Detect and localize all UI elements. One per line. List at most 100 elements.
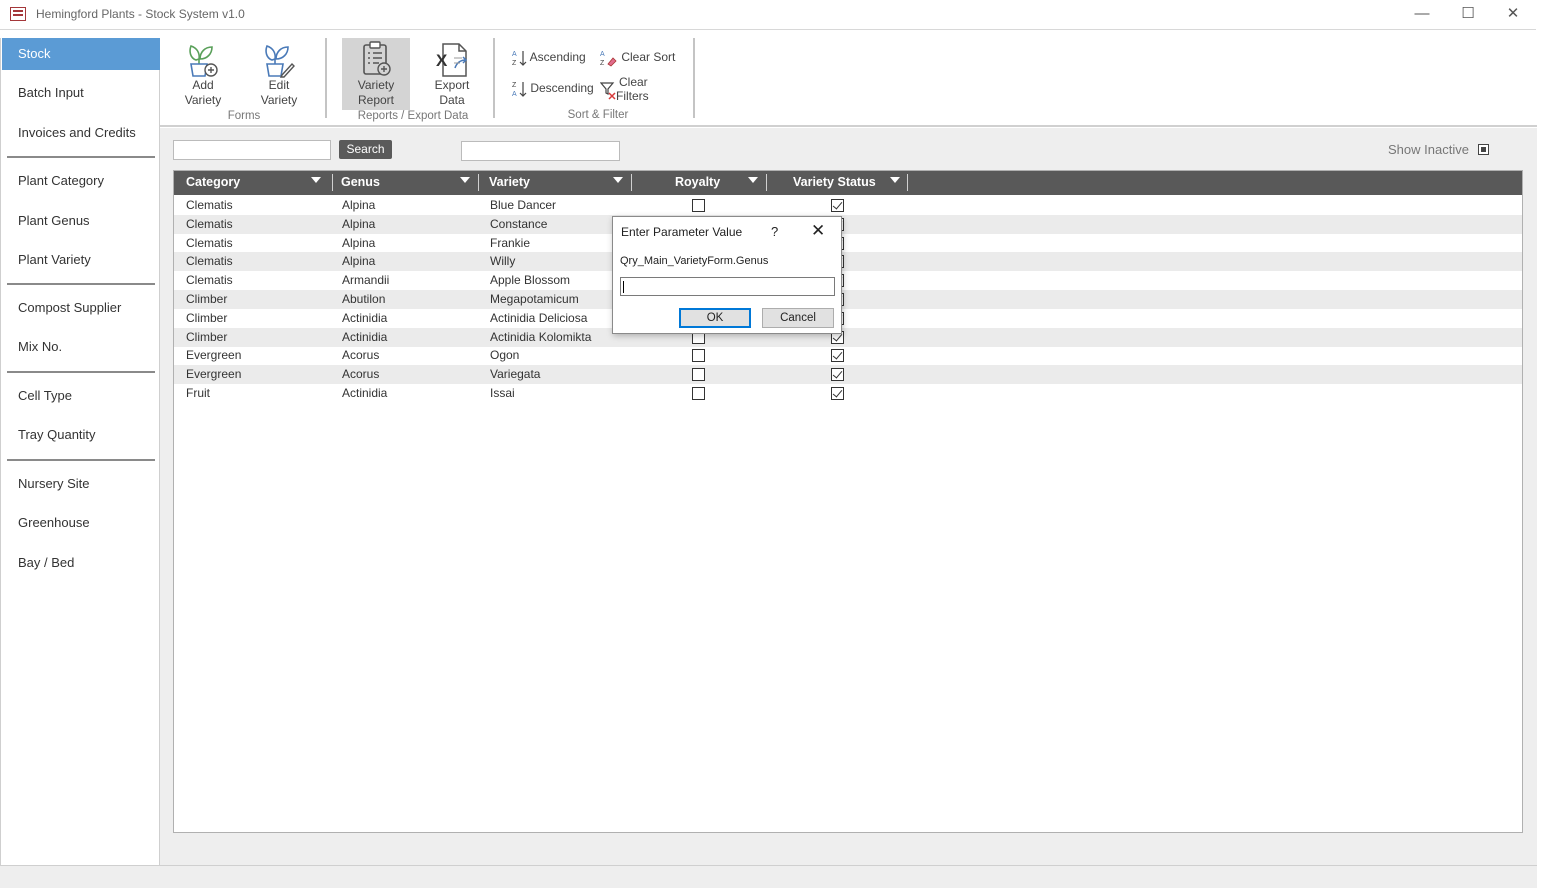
table-row[interactable]: Fruit Actinidia Issai bbox=[174, 384, 1522, 403]
close-window-button[interactable]: ✕ bbox=[1497, 4, 1529, 26]
variety-status-checkbox[interactable] bbox=[831, 349, 844, 363]
variety-report-button[interactable]: Variety Report bbox=[342, 38, 410, 110]
cell-variety[interactable]: Frankie bbox=[490, 234, 530, 252]
table-row[interactable]: Climber Actinidia Actinidia Kolomikta bbox=[174, 327, 1522, 347]
cell-variety[interactable]: Constance bbox=[490, 215, 547, 233]
cell-category[interactable]: Clematis bbox=[186, 271, 233, 289]
cell-genus[interactable]: Actinidia bbox=[342, 309, 387, 327]
cell-genus[interactable]: Alpina bbox=[342, 234, 375, 252]
dialog-close-icon[interactable]: ✕ bbox=[811, 221, 825, 241]
cell-variety[interactable]: Issai bbox=[490, 384, 515, 402]
table-row[interactable]: Climber Actinidia Actinidia Deliciosa bbox=[174, 309, 1522, 328]
cell-variety[interactable]: Actinidia Kolomikta bbox=[490, 328, 591, 346]
cell-variety[interactable]: Ogon bbox=[490, 346, 519, 364]
sidebar-item-bay-bed[interactable]: Bay / Bed bbox=[2, 547, 160, 579]
table-row[interactable]: Clematis Armandii Apple Blossom bbox=[174, 271, 1522, 290]
royalty-checkbox[interactable] bbox=[692, 349, 705, 363]
cancel-button[interactable]: Cancel bbox=[762, 308, 834, 328]
column-header-category[interactable]: Category bbox=[186, 171, 240, 195]
table-row[interactable]: Evergreen Acorus Variegata bbox=[174, 365, 1522, 385]
maximize-button[interactable]: ☐ bbox=[1452, 4, 1484, 26]
cell-genus[interactable]: Actinidia bbox=[342, 384, 387, 402]
dropdown-arrow-icon[interactable] bbox=[460, 177, 470, 183]
cell-genus[interactable]: Alpina bbox=[342, 252, 375, 270]
help-icon[interactable]: ? bbox=[771, 224, 778, 239]
cell-category[interactable]: Clematis bbox=[186, 196, 233, 214]
sort-descending-button[interactable]: Z A Descending bbox=[512, 80, 594, 98]
dropdown-arrow-icon[interactable] bbox=[748, 177, 758, 183]
sidebar-item-mix-no[interactable]: Mix No. bbox=[2, 331, 160, 363]
sidebar-item-plant-genus[interactable]: Plant Genus bbox=[2, 205, 160, 237]
column-header-genus[interactable]: Genus bbox=[341, 171, 380, 195]
column-divider bbox=[631, 174, 632, 191]
variety-status-checkbox[interactable] bbox=[831, 387, 844, 400]
search-button[interactable]: Search bbox=[339, 140, 392, 159]
cell-variety[interactable]: Megapotamicum bbox=[490, 290, 579, 308]
edit-variety-button[interactable]: Edit Variety bbox=[250, 40, 308, 108]
royalty-checkbox[interactable] bbox=[692, 387, 705, 400]
sidebar-item-stock[interactable]: Stock bbox=[2, 38, 160, 70]
dropdown-arrow-icon[interactable] bbox=[890, 177, 900, 183]
cell-category[interactable]: Fruit bbox=[186, 384, 210, 402]
export-data-button[interactable]: X Export Data bbox=[422, 40, 482, 108]
sort-ascending-button[interactable]: A Z Ascending bbox=[512, 49, 586, 67]
cell-genus[interactable]: Abutilon bbox=[342, 290, 385, 308]
cell-category[interactable]: Clematis bbox=[186, 252, 233, 270]
minimize-button[interactable]: — bbox=[1406, 4, 1438, 26]
cell-variety[interactable]: Apple Blossom bbox=[490, 271, 570, 289]
cell-variety[interactable]: Actinidia Deliciosa bbox=[490, 309, 587, 327]
cell-category[interactable]: Evergreen bbox=[186, 365, 241, 383]
report-clipboard-icon bbox=[363, 41, 391, 76]
clear-filters-button[interactable]: Clear Filters bbox=[600, 75, 649, 103]
add-variety-button[interactable]: Add Variety bbox=[174, 40, 232, 108]
dialog-title: Enter Parameter Value bbox=[621, 225, 743, 239]
cell-genus[interactable]: Armandii bbox=[342, 271, 389, 289]
dropdown-arrow-icon[interactable] bbox=[613, 177, 623, 183]
column-header-royalty[interactable]: Royalty bbox=[675, 171, 720, 195]
cell-category[interactable]: Clematis bbox=[186, 234, 233, 252]
filter-input[interactable] bbox=[461, 141, 620, 161]
sidebar-item-invoices-credits[interactable]: Invoices and Credits bbox=[2, 117, 160, 149]
edit-variety-label-2: Variety bbox=[260, 93, 298, 107]
cell-genus[interactable]: Alpina bbox=[342, 215, 375, 233]
royalty-checkbox[interactable] bbox=[692, 368, 705, 382]
table-row[interactable]: Climber Abutilon Megapotamicum bbox=[174, 290, 1522, 309]
variety-status-checkbox[interactable] bbox=[831, 368, 844, 382]
edit-plant-icon bbox=[265, 45, 295, 78]
show-inactive-checkbox[interactable] bbox=[1478, 144, 1489, 155]
dropdown-arrow-icon[interactable] bbox=[311, 177, 321, 183]
table-row[interactable]: Clematis Alpina Frankie bbox=[174, 234, 1522, 253]
sidebar-item-plant-category[interactable]: Plant Category bbox=[2, 165, 160, 197]
cell-variety[interactable]: Blue Dancer bbox=[490, 196, 556, 214]
table-row[interactable]: Clematis Alpina Willy bbox=[174, 252, 1522, 272]
cell-category[interactable]: Clematis bbox=[186, 215, 233, 233]
sidebar-item-greenhouse[interactable]: Greenhouse bbox=[2, 507, 160, 539]
cell-genus[interactable]: Acorus bbox=[342, 365, 379, 383]
royalty-checkbox[interactable] bbox=[692, 199, 705, 212]
sidebar-item-cell-type[interactable]: Cell Type bbox=[2, 380, 160, 412]
sidebar-item-batch-input[interactable]: Batch Input bbox=[2, 77, 160, 109]
cell-variety[interactable]: Variegata bbox=[490, 365, 540, 383]
parameter-value-input[interactable] bbox=[620, 277, 835, 296]
search-input[interactable] bbox=[173, 140, 331, 160]
ok-button[interactable]: OK bbox=[679, 308, 751, 328]
cell-genus[interactable]: Alpina bbox=[342, 196, 375, 214]
cell-genus[interactable]: Acorus bbox=[342, 346, 379, 364]
table-row[interactable]: Clematis Alpina Blue Dancer bbox=[174, 196, 1522, 215]
clear-sort-button[interactable]: A Z Clear Sort bbox=[600, 49, 675, 67]
cell-category[interactable]: Climber bbox=[186, 290, 227, 308]
sidebar-item-tray-quantity[interactable]: Tray Quantity bbox=[2, 419, 160, 451]
cell-category[interactable]: Climber bbox=[186, 309, 227, 327]
sidebar-item-plant-variety[interactable]: Plant Variety bbox=[2, 244, 160, 276]
column-header-variety[interactable]: Variety bbox=[489, 171, 530, 195]
cell-genus[interactable]: Actinidia bbox=[342, 328, 387, 346]
variety-status-checkbox[interactable] bbox=[831, 199, 844, 212]
table-row[interactable]: Evergreen Acorus Ogon bbox=[174, 346, 1522, 365]
cell-category[interactable]: Climber bbox=[186, 328, 227, 346]
table-row[interactable]: Clematis Alpina Constance bbox=[174, 214, 1522, 234]
sidebar-item-nursery-site[interactable]: Nursery Site bbox=[2, 468, 160, 500]
cell-variety[interactable]: Willy bbox=[490, 252, 515, 270]
sidebar-item-compost-supplier[interactable]: Compost Supplier bbox=[2, 292, 160, 324]
cell-category[interactable]: Evergreen bbox=[186, 346, 241, 364]
column-header-variety-status[interactable]: Variety Status bbox=[793, 171, 876, 195]
